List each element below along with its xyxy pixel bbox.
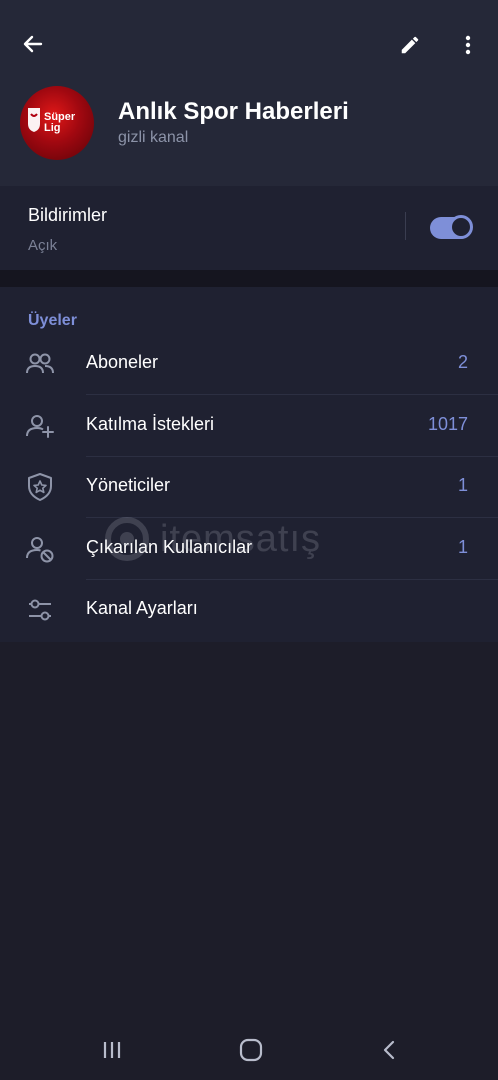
toggle-knob[interactable] [449, 215, 473, 239]
list-item-join-requests[interactable]: Katılma İstekleri 1017 [0, 396, 498, 457]
notifications-label: Bildirimler [28, 205, 108, 225]
back-button[interactable] [13, 24, 53, 64]
section-gap [0, 270, 498, 287]
sliders-icon [29, 599, 51, 621]
user-plus-icon [26, 415, 54, 438]
user-blocked-icon [26, 537, 54, 563]
list-item-admins[interactable]: Yöneticiler 1 [0, 457, 498, 518]
nav-back-button[interactable] [370, 1030, 410, 1070]
channel-title: Anlık Spor Haberleri [118, 98, 349, 125]
divider [405, 212, 406, 240]
list-item-subscribers[interactable]: Aboneler 2 [0, 334, 498, 395]
list-item-label: Yöneticiler [86, 475, 171, 495]
list-item-channel-settings[interactable]: Kanal Ayarları [0, 580, 498, 641]
list-item-count: 1 [457, 537, 468, 557]
channel-avatar[interactable]: Süper Lig [20, 86, 94, 160]
recents-button[interactable] [92, 1030, 132, 1070]
edit-button[interactable] [390, 25, 430, 65]
users-icon [26, 353, 54, 374]
list-item-removed-users[interactable]: Çıkarılan Kullanıcılar 1 [0, 519, 498, 580]
super-lig-logo: Süper Lig [28, 108, 76, 134]
notifications-row[interactable] [0, 186, 498, 270]
divider [86, 517, 498, 518]
list-item-label: Çıkarılan Kullanıcılar [86, 537, 253, 557]
svg-text:Lig: Lig [44, 122, 61, 134]
more-vertical-icon [465, 35, 471, 55]
list-item-count: 2 [457, 352, 468, 372]
recents-icon [103, 1042, 121, 1058]
arrow-left-icon [23, 35, 43, 53]
pencil-icon [401, 36, 419, 54]
divider [86, 394, 498, 395]
list-item-label: Katılma İstekleri [86, 414, 215, 434]
section-title: Üyeler [28, 312, 77, 329]
home-icon [239, 1038, 263, 1062]
more-options-button[interactable] [448, 25, 488, 65]
channel-type: gizli kanal [118, 129, 189, 146]
notifications-status: Açık [28, 237, 58, 254]
home-button[interactable] [231, 1030, 271, 1070]
list-item-label: Aboneler [86, 352, 159, 372]
list-item-count: 1 [457, 475, 468, 495]
nav-back-icon [383, 1040, 395, 1060]
shield-star-icon [28, 473, 52, 501]
list-item-label: Kanal Ayarları [86, 598, 198, 618]
list-item-count: 1017 [427, 414, 468, 434]
